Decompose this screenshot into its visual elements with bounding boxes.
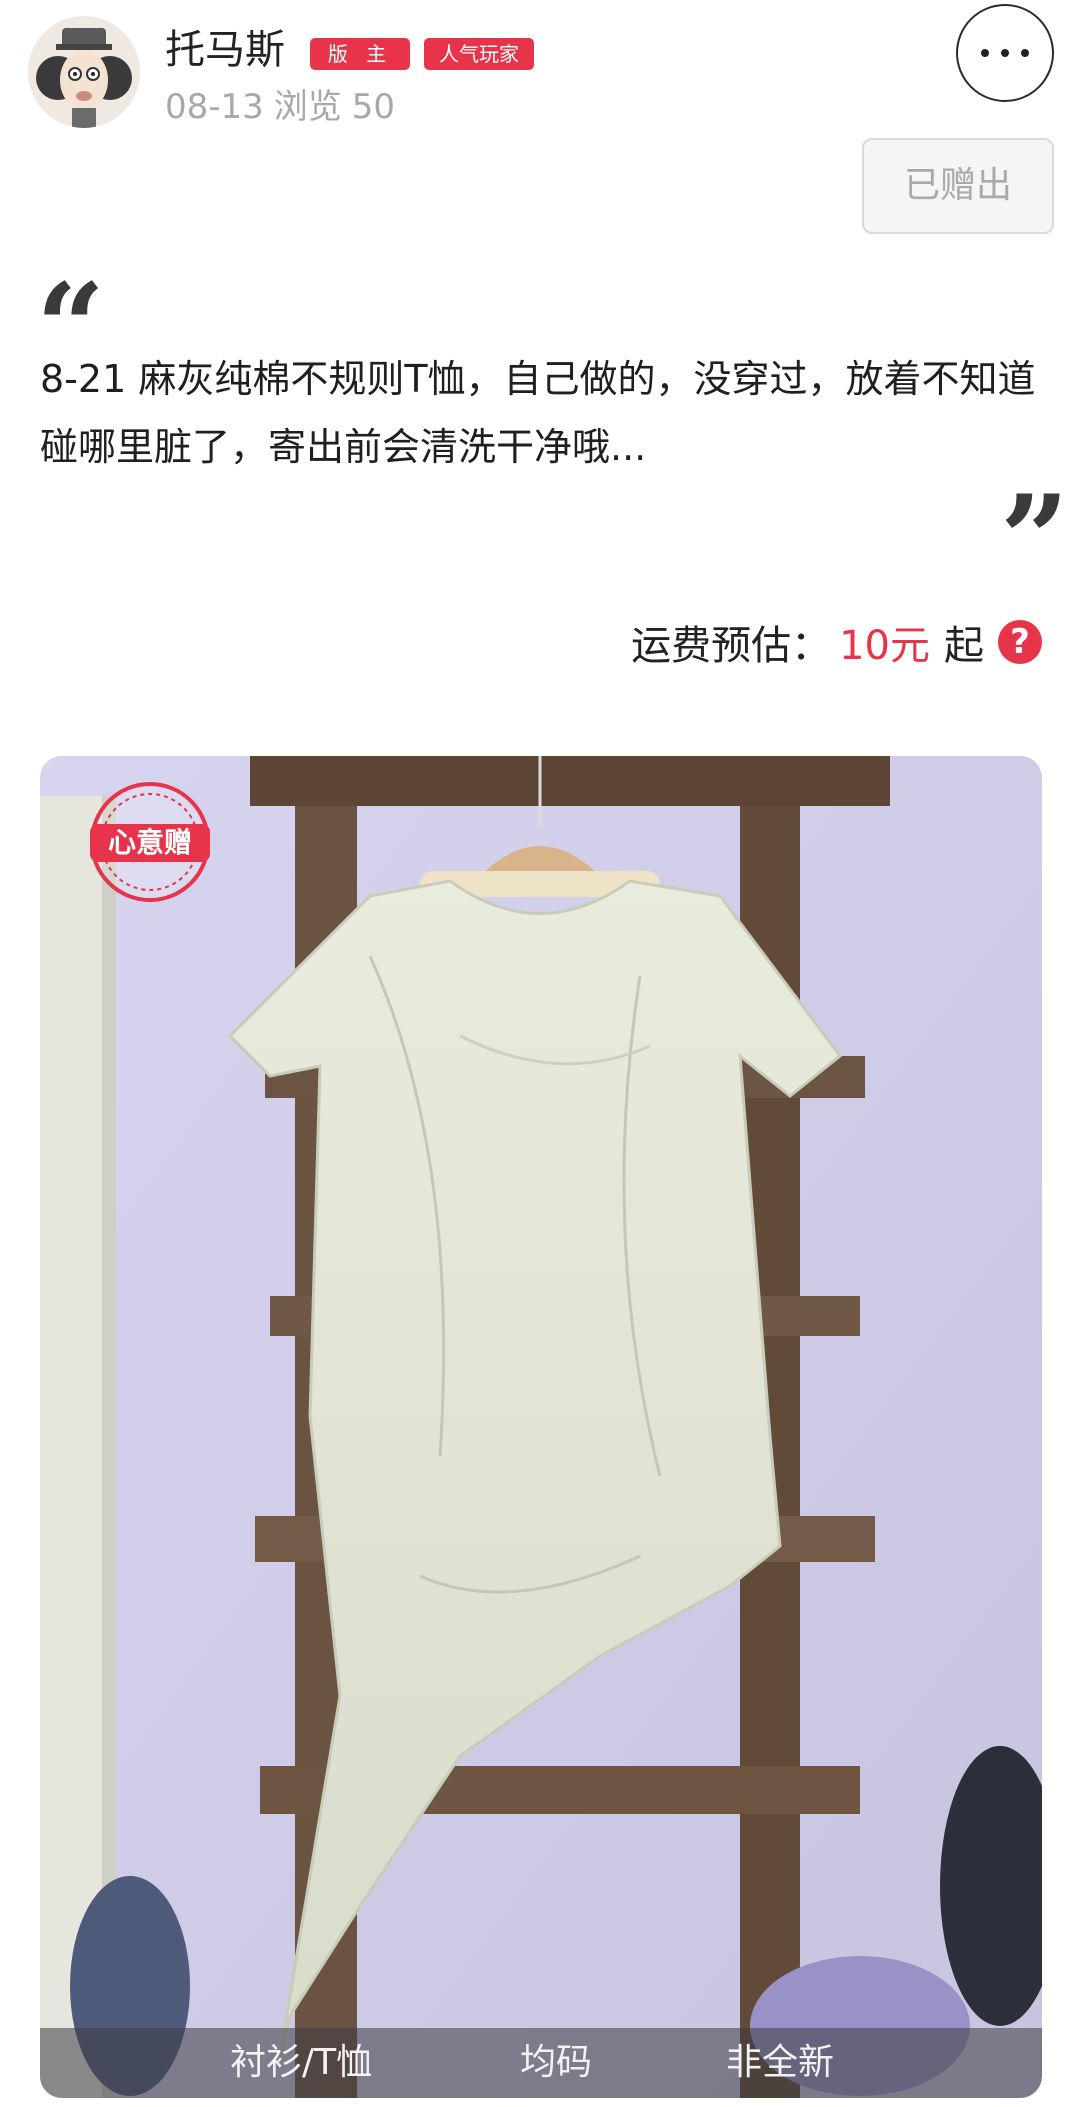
shipping-label: 运费预估： [631, 623, 832, 669]
tag-category: 衬衫/T恤 [230, 2042, 373, 2083]
post-meta: 08-13 浏览 50 [165, 82, 405, 132]
shipping-suffix: 起 [944, 623, 984, 669]
gift-stamp: 心意赠 [88, 780, 212, 904]
username[interactable]: 托马斯 [165, 20, 285, 80]
tag-condition: 非全新 [726, 2042, 835, 2083]
popular-player-badge: 人气玩家 [424, 38, 534, 70]
given-away-button[interactable]: 已赠出 [862, 138, 1054, 234]
photo-tag-bar: 衬衫/T恤 均码 非全新 [40, 2028, 1042, 2098]
more-icon [975, 49, 1035, 57]
post-description: 8-21 麻灰纯棉不规则T恤，自己做的，没穿过，放着不知道碰哪里脏了，寄出前会清… [40, 357, 1036, 469]
shirt-on-ladder-image [40, 756, 1042, 2098]
tag-size: 均码 [520, 2042, 593, 2083]
views-label: 浏览 [273, 87, 342, 127]
views-count: 50 [351, 87, 396, 127]
quote-close-icon: ” [1000, 469, 1070, 610]
product-photo[interactable]: 心意赠 衬衫/T恤 均码 非全新 [40, 756, 1042, 2098]
question-icon[interactable]: ? [998, 620, 1042, 664]
user-avatar[interactable] [28, 16, 140, 128]
more-button[interactable] [956, 4, 1054, 102]
post-date: 08-13 [165, 87, 264, 127]
shipping-estimate: 运费预估： 10元 起 ? [631, 612, 1042, 672]
stamp-label: 心意赠 [107, 826, 192, 859]
post-detail-page: 托马斯 版 主 人气玩家 08-13 浏览 50 已赠出 “ 8-21 麻灰纯棉不规… [0, 0, 1080, 2107]
moderator-badge: 版 主 [310, 38, 410, 70]
avatar-illustration [28, 16, 140, 128]
shipping-price: 10元 [839, 623, 930, 669]
